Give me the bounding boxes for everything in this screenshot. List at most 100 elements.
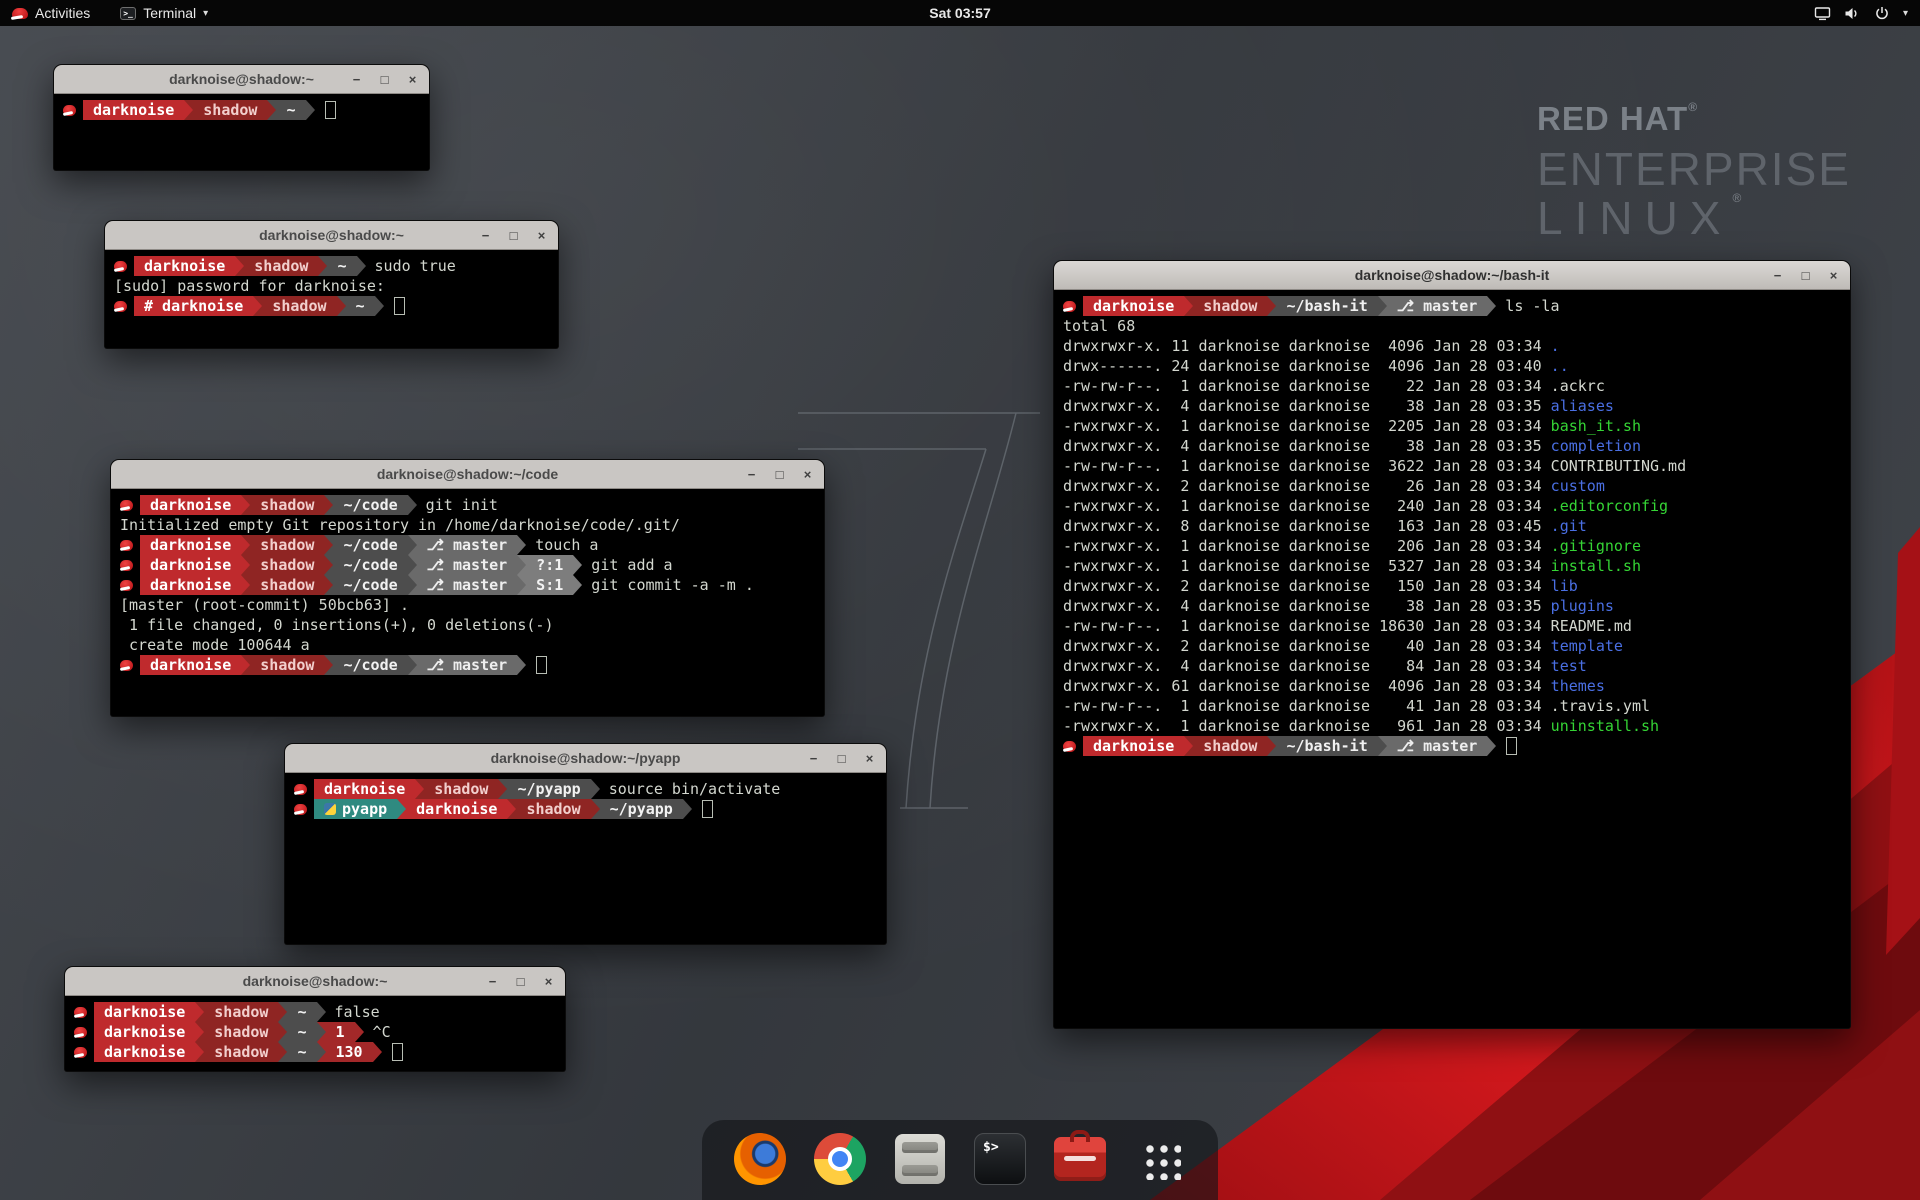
powerline-arrow <box>324 655 333 675</box>
window-buttons: −□ × <box>478 221 549 249</box>
terminal-content[interactable]: darknoiseshadow~/code git initInitialize… <box>111 489 824 716</box>
close-button[interactable]: × <box>405 72 420 87</box>
window-title: darknoise@shadow:~ <box>169 71 314 87</box>
maximize-button[interactable]: □ <box>377 72 392 87</box>
terminal-text: drwxrwxr-x. 8 darknoise darknoise 163 Ja… <box>1063 517 1551 535</box>
powerline-arrow <box>517 535 526 555</box>
powerline-arrow <box>267 100 276 120</box>
prompt-segment-user: # darknoise <box>134 296 253 316</box>
powerline-arrow <box>683 799 692 819</box>
window-titlebar[interactable]: darknoise@shadow:~/pyapp −□ × <box>285 744 886 773</box>
close-button[interactable]: × <box>862 751 877 766</box>
minimize-button[interactable]: − <box>478 228 493 243</box>
terminal-text: drwxrwxr-x. 61 darknoise darknoise 4096 … <box>1063 677 1551 695</box>
powerline-arrow <box>324 575 333 595</box>
terminal-line: drwxrwxr-x. 4 darknoise darknoise 38 Jan… <box>1063 596 1850 616</box>
redhat-icon <box>63 105 76 116</box>
terminal-line: drwx------. 24 darknoise darknoise 4096 … <box>1063 356 1850 376</box>
prompt-segment-path: ~/code <box>333 655 407 675</box>
powerline-arrow <box>278 1022 287 1042</box>
powerline-arrow <box>408 655 417 675</box>
window-buttons: −□ × <box>349 65 420 93</box>
minimize-button[interactable]: − <box>744 467 759 482</box>
terminal-content[interactable]: darknoiseshadow~ sudo true[sudo] passwor… <box>105 250 558 348</box>
clock[interactable]: Sat 03:57 <box>919 0 1000 26</box>
window-titlebar[interactable]: darknoise@shadow:~ −□ × <box>54 65 429 94</box>
close-button[interactable]: × <box>534 228 549 243</box>
redhat-icon <box>74 1047 87 1058</box>
minimize-button[interactable]: − <box>1770 268 1785 283</box>
terminal-line: drwxrwxr-x. 4 darknoise darknoise 84 Jan… <box>1063 656 1850 676</box>
terminal-line: # darknoiseshadow~ <box>114 296 558 316</box>
toolbox-launcher[interactable] <box>1052 1131 1108 1187</box>
terminal-window[interactable]: darknoise@shadow:~/pyapp −□ × darknoiseshad… <box>284 743 887 945</box>
maximize-button[interactable]: □ <box>772 467 787 482</box>
terminal-text: source bin/activate <box>600 780 781 798</box>
terminal-line: drwxrwxr-x. 4 darknoise darknoise 38 Jan… <box>1063 436 1850 456</box>
app-menu-terminal[interactable]: >_ Terminal ▾ <box>108 0 220 26</box>
terminal-text: drwxrwxr-x. 4 darknoise darknoise 84 Jan… <box>1063 657 1551 675</box>
window-buttons: −□ × <box>806 744 877 772</box>
app-grid-launcher[interactable] <box>1132 1131 1188 1187</box>
registered-mark: ® <box>1732 191 1753 205</box>
system-status-area[interactable]: ▾ <box>1806 0 1916 26</box>
directory-name: lib <box>1551 577 1578 595</box>
powerline-arrow <box>507 799 516 819</box>
powerline-arrow <box>195 1042 204 1062</box>
prompt-segment-path: ~ <box>327 256 356 276</box>
directory-name: plugins <box>1551 597 1614 615</box>
minimize-button[interactable]: − <box>485 974 500 989</box>
powerline-arrow <box>324 555 333 575</box>
close-button[interactable]: × <box>1826 268 1841 283</box>
terminal-content[interactable]: darknoiseshadow~ <box>54 94 429 170</box>
terminal-window[interactable]: darknoise@shadow:~/code−□×darknoiseshado… <box>110 459 825 717</box>
powerline-arrow <box>1184 736 1193 756</box>
prompt-segment-path: ~/pyapp <box>600 799 683 819</box>
powerline-arrow <box>408 495 417 515</box>
terminal-window[interactable]: darknoise@shadow:~ −□ × darknoiseshadow~ su… <box>104 220 559 349</box>
terminal-window[interactable]: darknoise@shadow:~/bash-it−□×darknoisesh… <box>1053 260 1851 1029</box>
terminal-text: git add a <box>582 556 672 574</box>
terminal-content[interactable]: darknoiseshadow~/bash-it⎇ master ls -lat… <box>1054 290 1850 1028</box>
activities-label: Activities <box>35 5 90 21</box>
terminal-content[interactable]: darknoiseshadow~/pyapp source bin/activa… <box>285 773 886 944</box>
powerline-arrow <box>397 799 406 819</box>
close-button[interactable]: × <box>800 467 815 482</box>
powerline-arrow <box>278 1002 287 1022</box>
firefox-launcher[interactable] <box>732 1131 788 1187</box>
activities-button[interactable]: Activities <box>0 0 102 26</box>
terminal-line: -rwxrwxr-x. 1 darknoise darknoise 240 Ja… <box>1063 496 1850 516</box>
window-titlebar[interactable]: darknoise@shadow:~−□× <box>65 967 565 996</box>
prompt-segment-git: ⎇ master <box>417 575 518 595</box>
maximize-button[interactable]: □ <box>506 228 521 243</box>
terminal-text: -rw-rw-r--. 1 darknoise darknoise 22 Jan… <box>1063 377 1605 395</box>
files-launcher[interactable] <box>892 1131 948 1187</box>
window-title: darknoise@shadow:~ <box>259 227 404 243</box>
maximize-button[interactable]: □ <box>513 974 528 989</box>
terminal-window[interactable]: darknoise@shadow:~−□×darknoiseshadow~ fa… <box>64 966 566 1072</box>
window-titlebar[interactable]: darknoise@shadow:~/bash-it−□× <box>1054 261 1850 290</box>
chrome-launcher[interactable] <box>812 1131 868 1187</box>
window-title: darknoise@shadow:~/pyapp <box>491 750 681 766</box>
directory-name: aliases <box>1551 397 1614 415</box>
minimize-button[interactable]: − <box>806 751 821 766</box>
maximize-button[interactable]: □ <box>1798 268 1813 283</box>
powerline-arrow <box>241 535 250 555</box>
powerline-arrow <box>1267 736 1276 756</box>
terminal-content[interactable]: darknoiseshadow~ falsedarknoiseshadow~1 … <box>65 996 565 1071</box>
minimize-button[interactable]: − <box>349 72 364 87</box>
maximize-button[interactable]: □ <box>834 751 849 766</box>
window-titlebar[interactable]: darknoise@shadow:~ −□ × <box>105 221 558 250</box>
terminal-text: 1 file changed, 0 insertions(+), 0 delet… <box>120 616 553 634</box>
prompt-segment-user: darknoise <box>94 1002 195 1022</box>
close-button[interactable]: × <box>541 974 556 989</box>
powerline-arrow <box>591 779 600 799</box>
redhat-icon <box>120 500 133 511</box>
terminal-launcher[interactable]: $> <box>972 1131 1028 1187</box>
terminal-text: -rwxrwxr-x. 1 darknoise darknoise 240 Ja… <box>1063 497 1551 515</box>
redhat-icon <box>74 1027 87 1038</box>
terminal-text: -rwxrwxr-x. 1 darknoise darknoise 2205 J… <box>1063 417 1551 435</box>
terminal-window[interactable]: darknoise@shadow:~ −□ × darknoiseshadow~ <box>53 64 430 171</box>
terminal-line: Initialized empty Git repository in /hom… <box>120 515 824 535</box>
window-titlebar[interactable]: darknoise@shadow:~/code−□× <box>111 460 824 489</box>
